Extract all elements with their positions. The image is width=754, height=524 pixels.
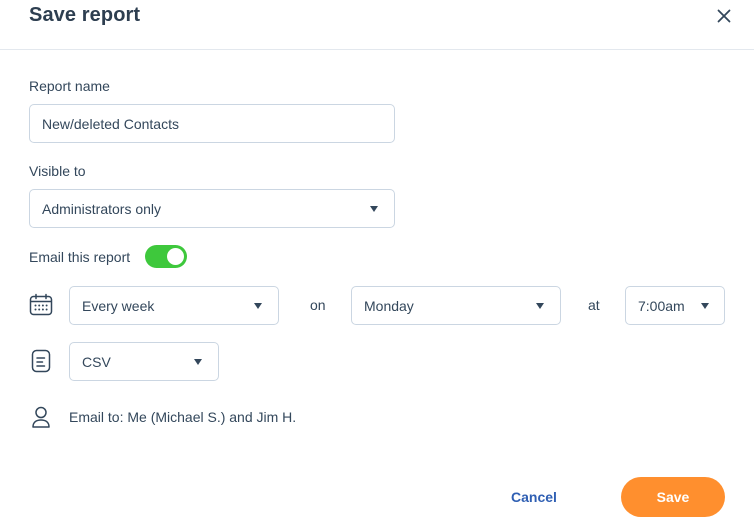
on-text: on — [310, 297, 326, 313]
cancel-button[interactable]: Cancel — [497, 479, 571, 515]
chevron-down-icon — [194, 358, 202, 365]
close-button[interactable] — [711, 3, 737, 29]
report-name-label: Report name — [29, 78, 110, 94]
visible-to-value: Administrators only — [42, 200, 162, 217]
day-value: Monday — [364, 297, 414, 314]
chevron-down-icon — [701, 302, 709, 309]
visible-to-label: Visible to — [29, 163, 86, 179]
day-select[interactable]: Monday — [351, 286, 561, 325]
at-text: at — [588, 297, 600, 313]
time-select[interactable]: 7:00am — [625, 286, 725, 325]
chevron-down-icon — [536, 302, 544, 309]
email-report-label: Email this report — [29, 249, 131, 265]
recipients-text: Email to: Me (Michael S.) and Jim H. — [69, 409, 297, 425]
dialog-header: Save report — [0, 0, 754, 50]
person-icon — [32, 406, 50, 428]
chevron-down-icon — [254, 302, 262, 309]
report-name-input[interactable] — [29, 104, 395, 143]
dialog-title: Save report — [29, 4, 141, 26]
email-report-toggle[interactable] — [145, 245, 187, 268]
toggle-knob — [167, 248, 184, 265]
frequency-value: Every week — [82, 297, 155, 314]
calendar-icon — [29, 293, 53, 316]
visible-to-select[interactable]: Administrators only — [29, 189, 395, 228]
time-value: 7:00am — [638, 297, 685, 314]
format-select[interactable]: CSV — [69, 342, 219, 381]
frequency-select[interactable]: Every week — [69, 286, 279, 325]
chevron-down-icon — [370, 205, 378, 212]
format-value: CSV — [82, 353, 111, 370]
document-icon — [31, 349, 51, 373]
save-button[interactable]: Save — [621, 477, 725, 517]
close-icon — [717, 9, 731, 23]
